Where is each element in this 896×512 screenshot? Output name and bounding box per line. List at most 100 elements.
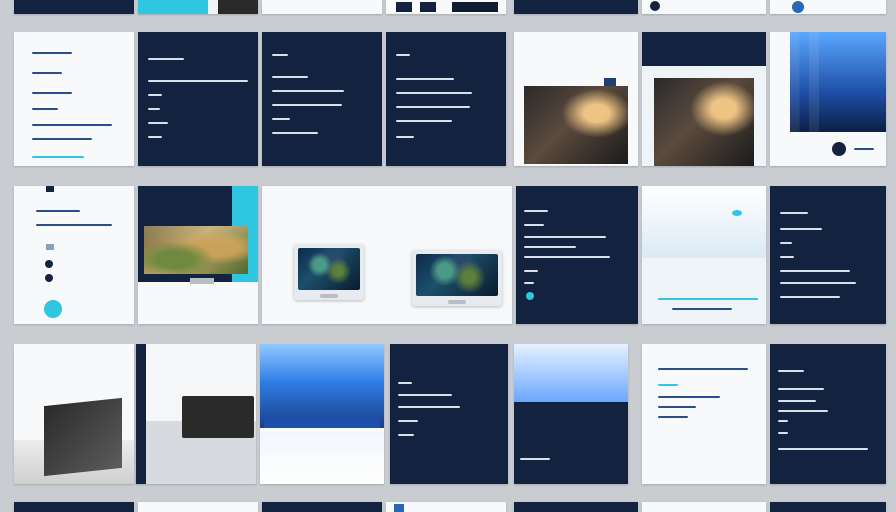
text-line (780, 270, 850, 272)
slide-thumbnail[interactable] (642, 186, 766, 324)
text-line (854, 148, 874, 150)
screen-image (298, 248, 360, 290)
text-line (32, 138, 92, 140)
slide-thumbnail[interactable] (642, 32, 766, 166)
soft-gradient (642, 186, 766, 258)
text-line (148, 94, 162, 96)
slide-thumbnail[interactable] (642, 344, 766, 484)
text-line (396, 92, 472, 94)
slide-thumbnail[interactable] (14, 186, 134, 324)
slide-thumbnail[interactable] (514, 502, 638, 512)
stand (190, 278, 214, 284)
slide-thumbnail[interactable] (390, 344, 508, 484)
text-line (658, 298, 758, 300)
slide-thumbnail[interactable] (516, 186, 638, 324)
slide-thumbnail[interactable] (770, 186, 886, 324)
side-panel (136, 344, 146, 484)
text-line (396, 78, 454, 80)
text-line (148, 122, 168, 124)
text-line (780, 242, 792, 244)
text-line (398, 406, 460, 408)
slide-thumbnail[interactable] (642, 0, 766, 14)
text-line (658, 396, 720, 398)
text-line (148, 58, 184, 60)
slide-thumbnail[interactable] (514, 344, 628, 484)
slide-thumbnail[interactable] (386, 502, 506, 512)
slide-thumbnail[interactable] (642, 502, 766, 512)
text-line (396, 136, 414, 138)
slide-thumbnail[interactable] (138, 0, 258, 14)
text-line (398, 394, 452, 396)
icon-dot (45, 274, 53, 282)
slide-thumbnail[interactable] (770, 32, 886, 166)
slide-thumbnail[interactable] (770, 344, 886, 484)
slide-thumbnail[interactable] (514, 0, 638, 14)
slide-thumbnail[interactable] (136, 344, 256, 484)
text-line (778, 432, 788, 434)
text-line (272, 132, 318, 134)
text-line (778, 400, 816, 402)
text-line (32, 52, 72, 54)
monitor-mockup (412, 250, 502, 306)
image-thumbnail (452, 2, 498, 12)
slide-thumbnail[interactable] (14, 0, 134, 14)
slide-thumbnail[interactable] (14, 32, 134, 166)
text-line (36, 224, 112, 226)
slide-thumbnail[interactable] (514, 32, 638, 166)
text-line (272, 104, 342, 106)
text-line (32, 156, 84, 158)
image-thumbnail (420, 2, 436, 12)
monitor-mockup (294, 244, 364, 300)
slide-thumbnail[interactable] (138, 32, 258, 166)
map-area (260, 432, 384, 484)
avatar (792, 1, 804, 13)
text-line (524, 282, 534, 284)
slide-thumbnail[interactable] (260, 344, 384, 484)
text-line (32, 124, 112, 126)
slide-thumbnail[interactable] (386, 0, 506, 14)
text-line (780, 228, 822, 230)
text-line (272, 76, 308, 78)
slide-thumbnail[interactable] (14, 344, 134, 484)
icon-dot (45, 260, 53, 268)
content-band (514, 402, 628, 484)
thumbnail-grid (0, 0, 896, 512)
monitor-stand (320, 294, 338, 298)
text-line (780, 296, 840, 298)
text-line (272, 54, 288, 56)
text-line (36, 210, 80, 212)
slide-thumbnail[interactable] (770, 0, 886, 14)
slide-thumbnail[interactable] (770, 502, 886, 512)
slide-thumbnail[interactable] (138, 186, 258, 324)
text-line (778, 388, 824, 390)
text-line (672, 308, 732, 310)
text-line (32, 108, 58, 110)
device-image (44, 397, 122, 477)
slide-thumbnail[interactable] (386, 32, 506, 166)
text-line (778, 370, 804, 372)
photo-image (144, 226, 248, 274)
text-line (780, 256, 794, 258)
slide-thumbnail[interactable] (262, 32, 382, 166)
text-line (148, 108, 160, 110)
slide-thumbnail[interactable] (262, 186, 512, 324)
text-line (658, 416, 688, 418)
accent-block (394, 504, 404, 512)
header-image (514, 344, 628, 402)
icon-square (46, 244, 54, 250)
text-line (32, 92, 72, 94)
screen-image (416, 254, 498, 296)
icon-square (46, 186, 54, 192)
slide-thumbnail[interactable] (138, 502, 258, 512)
text-line (658, 368, 748, 370)
accent-dot (526, 292, 534, 300)
slide-thumbnail[interactable] (262, 0, 382, 14)
slide-thumbnail[interactable] (14, 502, 134, 512)
text-line (398, 382, 412, 384)
text-line (778, 410, 828, 412)
text-line (524, 256, 610, 258)
text-line (398, 434, 414, 436)
avatar (650, 1, 660, 11)
accent-block (138, 0, 208, 14)
slide-thumbnail[interactable] (262, 502, 382, 512)
